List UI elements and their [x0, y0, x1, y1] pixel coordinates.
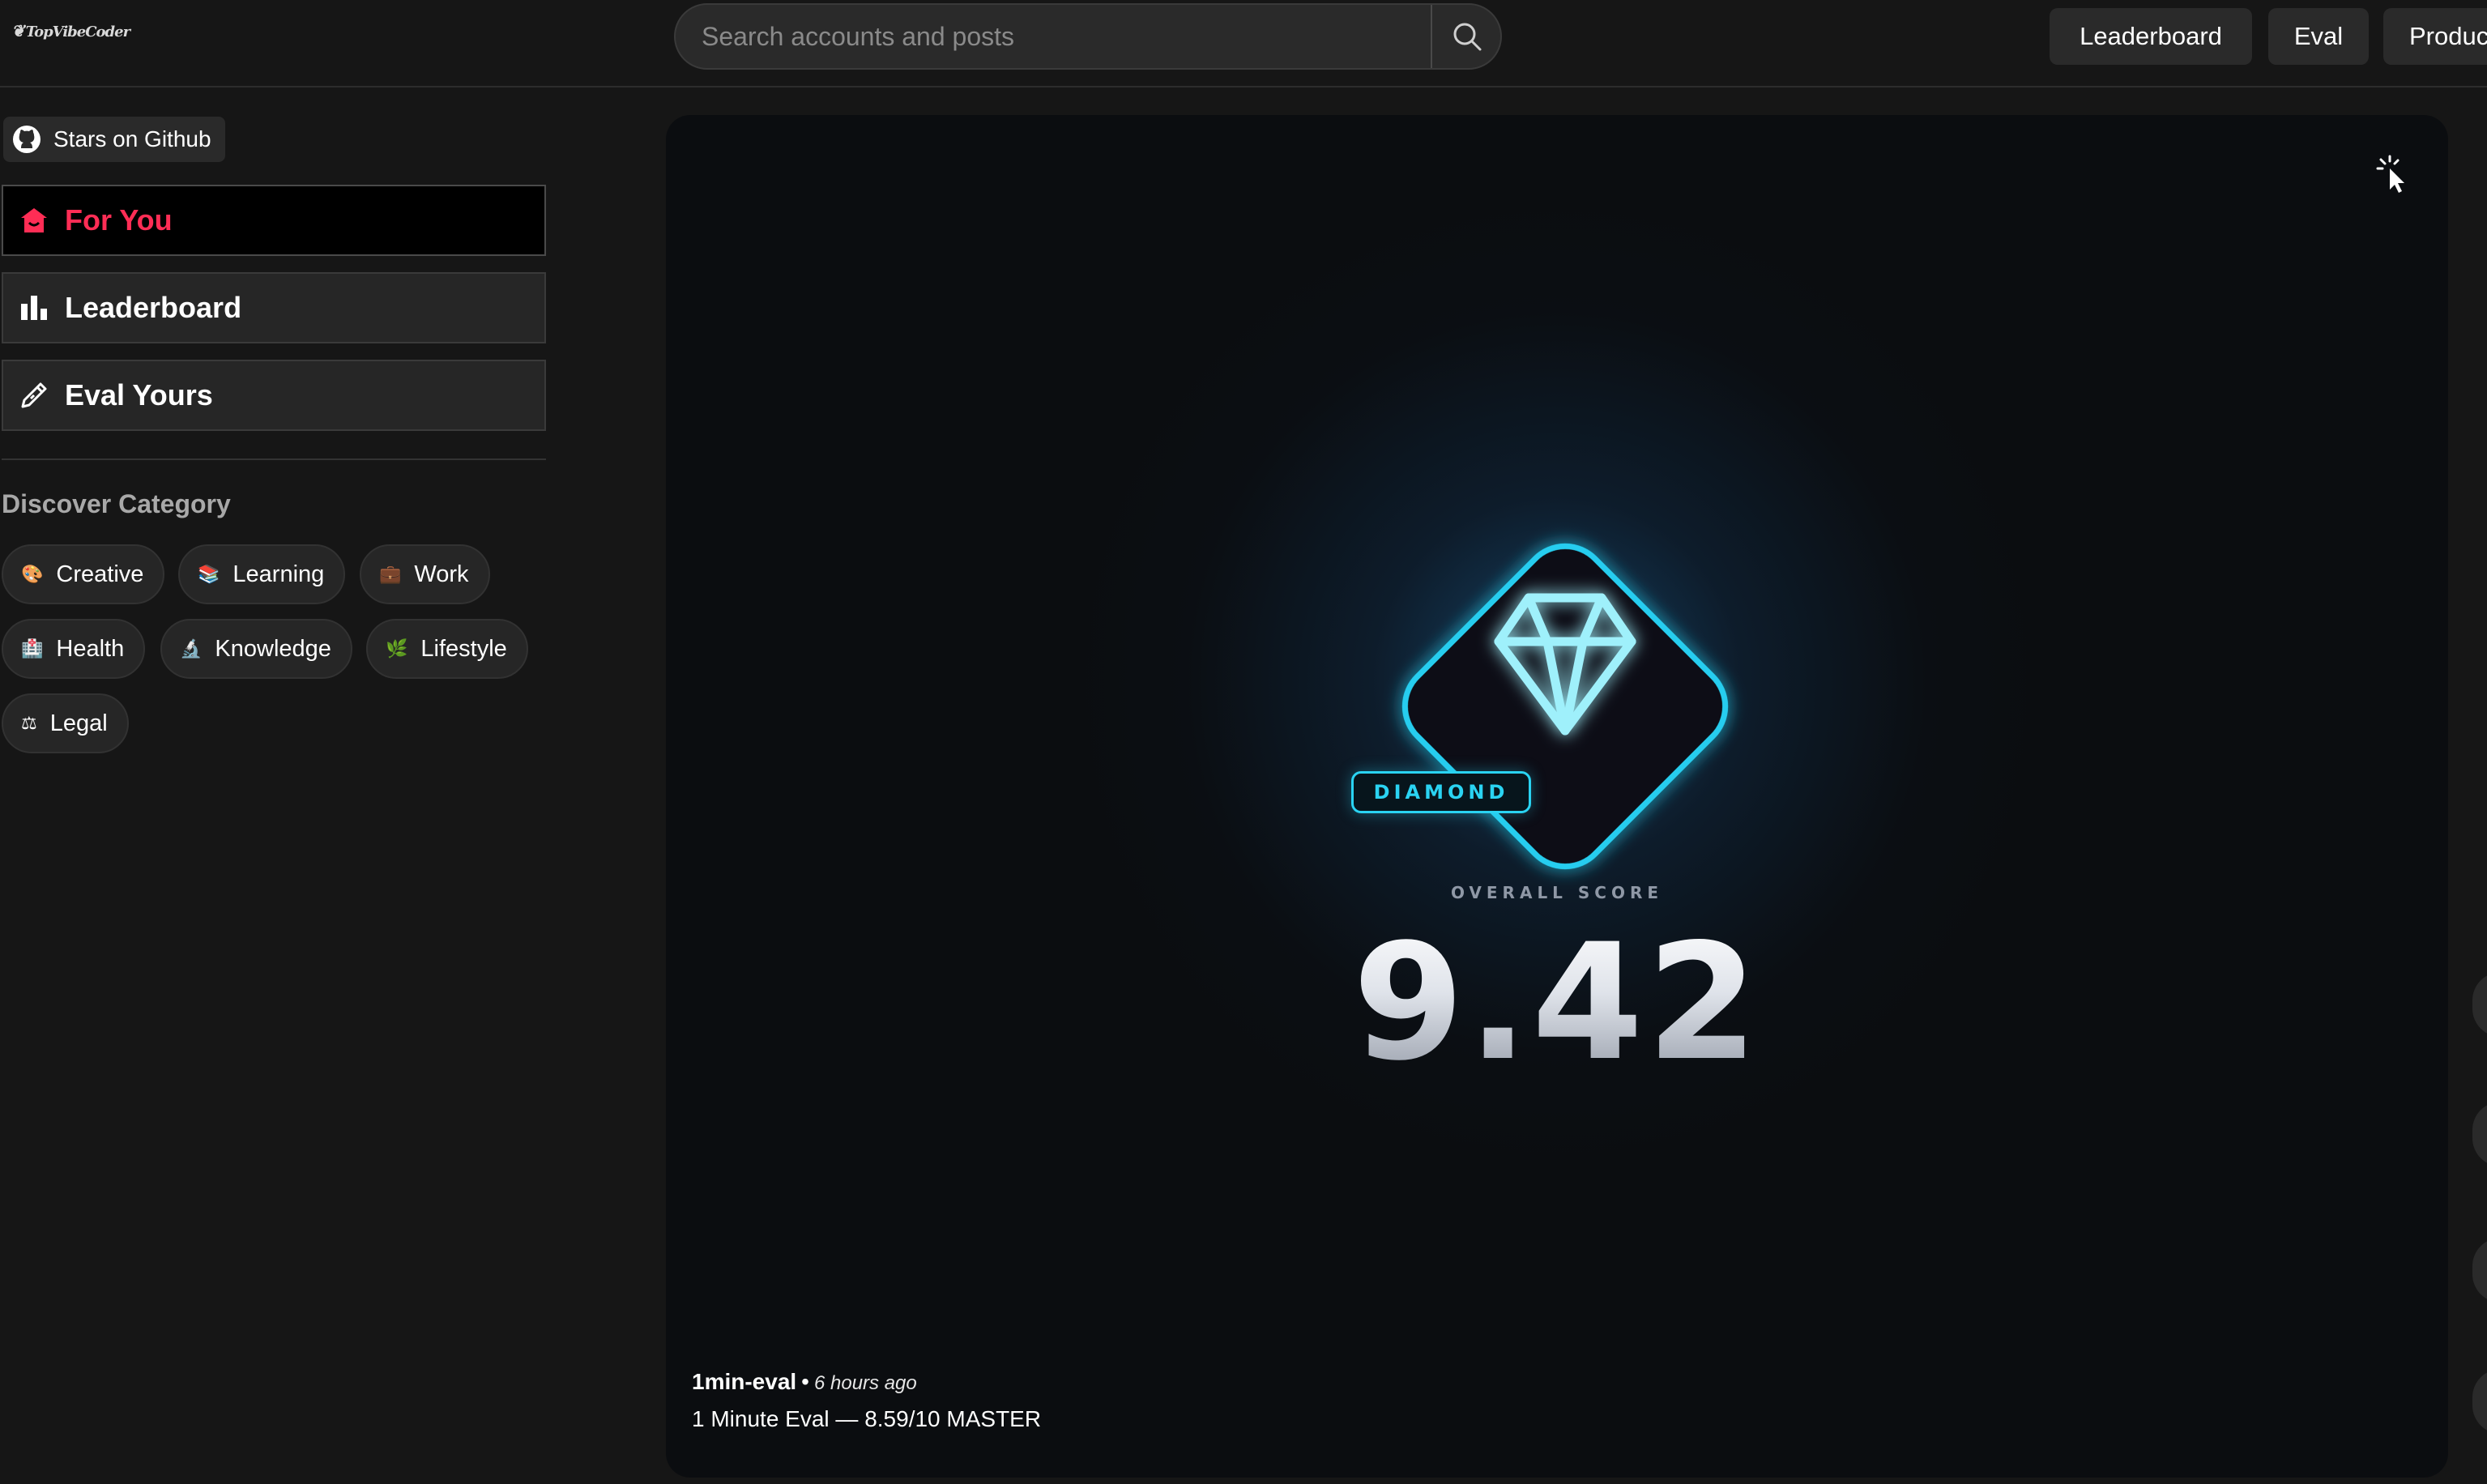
post-author-link[interactable]: 1min-eval	[692, 1369, 796, 1394]
scales-icon: ⚖	[21, 713, 37, 733]
sidebar-item-leaderboard[interactable]: Leaderboard	[2, 272, 546, 343]
sidebar-divider	[2, 458, 546, 460]
post-title: 1 Minute Eval — 8.59/10 MASTER	[692, 1406, 1042, 1431]
discover-category-title: Discover Category	[2, 489, 231, 518]
search-bar	[674, 3, 1502, 70]
click-pointer-icon[interactable]	[2372, 152, 2416, 196]
chip-label: Work	[414, 561, 469, 587]
herb-icon: 🌿	[386, 638, 408, 659]
hospital-icon: 🏥	[21, 638, 44, 659]
category-chip-work[interactable]: 💼 Work	[360, 544, 490, 604]
github-stars-label: Stars on Github	[53, 126, 211, 151]
books-icon: 📚	[198, 564, 220, 584]
nav-eval-button[interactable]: Eval	[2268, 8, 2369, 65]
post-card[interactable]: DIAMOND OVERALL SCORE 9.42 1min-eval • 6 h…	[666, 115, 2448, 1478]
palette-icon: 🎨	[21, 564, 44, 584]
chip-label: Legal	[49, 710, 108, 736]
chip-label: Learning	[232, 561, 325, 587]
nav-product-button[interactable]: Produc	[2383, 8, 2487, 65]
chip-label: Creative	[56, 561, 144, 587]
side-action-button[interactable]	[2472, 1369, 2487, 1434]
pencil-icon	[18, 381, 50, 410]
top-bar: ❦TopVibeCoder Leaderboard Eval Produc	[0, 0, 2487, 87]
tier-badge-label: DIAMOND	[1351, 771, 1531, 813]
category-chip-legal[interactable]: ⚖ Legal	[2, 693, 129, 753]
category-chip-learning[interactable]: 📚 Learning	[178, 544, 346, 604]
sidebar-item-label: Leaderboard	[65, 291, 242, 324]
chip-label: Health	[56, 635, 125, 662]
microscope-icon: 🔬	[180, 638, 203, 659]
category-chip-health[interactable]: 🏥 Health	[2, 619, 146, 679]
overall-score-value: 9.42	[1314, 909, 1800, 1096]
sidebar-item-label: Eval Yours	[65, 378, 213, 412]
chip-label: Knowledge	[215, 635, 331, 662]
briefcase-icon: 💼	[379, 564, 402, 584]
side-action-button[interactable]	[2472, 972, 2487, 1037]
bar-chart-icon	[18, 294, 50, 322]
search-input[interactable]	[700, 5, 1429, 68]
category-chip-knowledge[interactable]: 🔬 Knowledge	[160, 619, 352, 679]
side-action-button[interactable]	[2472, 1238, 2487, 1303]
github-icon	[11, 124, 42, 155]
post-meta: 1min-eval • 6 hours ago	[692, 1369, 917, 1395]
meta-separator: •	[801, 1369, 809, 1394]
chip-label: Lifestyle	[420, 635, 507, 662]
site-logo[interactable]: ❦ TopVibeCoder	[11, 21, 130, 42]
side-action-button[interactable]	[2472, 1102, 2487, 1166]
category-chip-lifestyle[interactable]: 🌿 Lifestyle	[366, 619, 528, 679]
post-timestamp: 6 hours ago	[813, 1372, 917, 1394]
logo-text: TopVibeCoder	[25, 23, 130, 41]
overall-score-caption: OVERALL SCORE	[1450, 883, 1664, 902]
sidebar-item-label: For You	[65, 203, 173, 237]
github-stars-button[interactable]: Stars on Github	[3, 117, 225, 162]
category-chip-creative[interactable]: 🎨 Creative	[2, 544, 165, 604]
search-icon	[1453, 23, 1482, 51]
sidebar-item-eval-yours[interactable]: Eval Yours	[2, 360, 546, 431]
search-button[interactable]	[1432, 5, 1502, 68]
nav-leaderboard-button[interactable]: Leaderboard	[2050, 8, 2252, 65]
home-icon	[18, 207, 50, 234]
logo-mark-icon: ❦	[11, 21, 25, 41]
sidebar-item-for-you[interactable]: For You	[2, 185, 546, 256]
